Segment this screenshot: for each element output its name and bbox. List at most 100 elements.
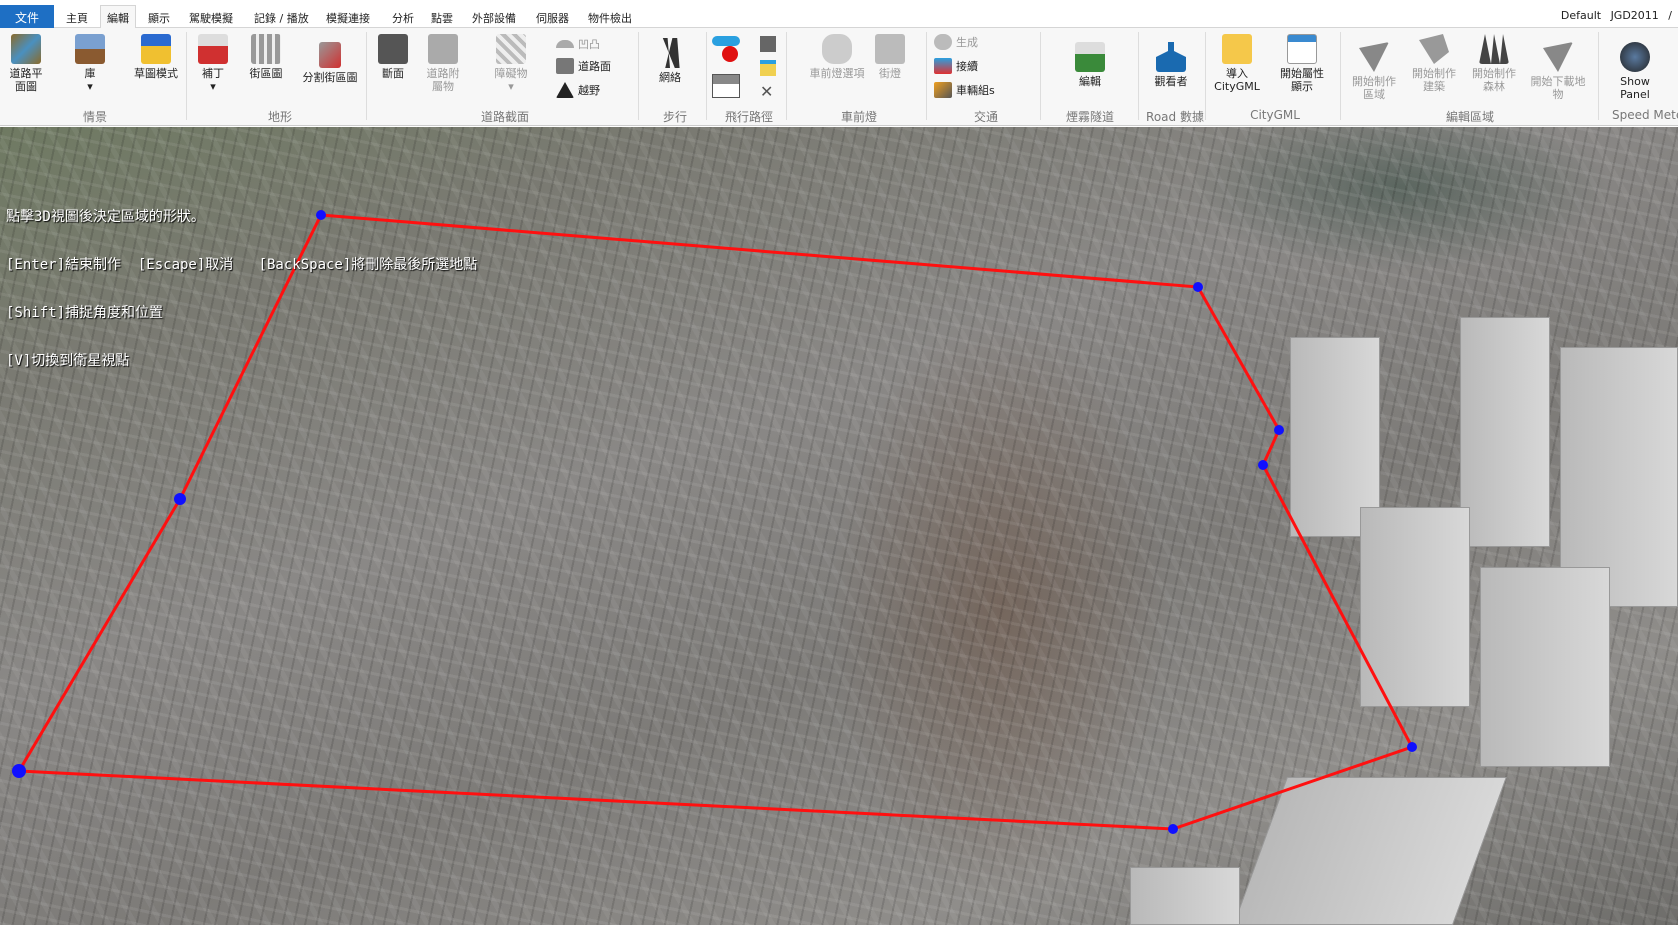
group-label-flight-path: 飛行路徑	[724, 110, 773, 124]
patch-button[interactable]: 補丁 ▾	[196, 34, 230, 93]
tab-edit[interactable]: 編輯	[100, 5, 136, 29]
road-attachment-button[interactable]: 道路附 屬物	[422, 34, 464, 93]
streetlight-button[interactable]: 街燈	[872, 34, 908, 80]
barrier-icon	[496, 34, 526, 64]
record-icon[interactable]	[722, 46, 738, 62]
group-label-fog-tunnel: 煙霧隧道	[1065, 110, 1114, 124]
tab-server[interactable]: 伺服器	[530, 6, 575, 28]
cars-generate-icon	[934, 34, 952, 50]
scissors-icon	[319, 42, 341, 68]
make-building-button[interactable]: 開始制作 建築	[1408, 34, 1460, 93]
attribute-display-button[interactable]: 開始屬性 顯示	[1274, 34, 1330, 93]
tab-external-devices[interactable]: 外部設備	[466, 6, 522, 28]
mountain-icon	[556, 82, 574, 98]
sign-icon	[428, 34, 458, 64]
viewer-button[interactable]: 觀看者	[1148, 42, 1194, 88]
vertex-handle[interactable]	[1168, 824, 1178, 834]
sketch-mode-button[interactable]: 草圖模式	[130, 34, 182, 80]
tab-record-play[interactable]: 記錄 / 播放	[248, 6, 315, 28]
connect-button[interactable]: 接續	[934, 58, 978, 74]
map-icon	[11, 34, 41, 64]
make-forest-button[interactable]: 開始制作 森林	[1468, 34, 1520, 93]
road-plan-button[interactable]: 道路平 面圖	[4, 34, 48, 93]
tab-driving-sim[interactable]: 駕駛模擬	[183, 6, 239, 28]
group-label-speed-meter: Speed Mete	[1612, 108, 1678, 122]
group-label-citygml: CityGML	[1250, 108, 1300, 122]
block-map-button[interactable]: 街區圖	[245, 34, 287, 80]
road-surface-icon	[556, 58, 574, 74]
plane-icon[interactable]	[712, 36, 740, 46]
group-label-road-data: Road 數據	[1146, 110, 1204, 124]
fog-tunnel-edit-button[interactable]: 編輯	[1070, 42, 1110, 88]
area-icon	[1359, 42, 1389, 72]
group-label-terrain: 地形	[267, 110, 292, 124]
instruction-line: [Shift]捕捉角度和位置	[6, 305, 164, 321]
make-area-button[interactable]: 開始制作 區域	[1348, 42, 1400, 101]
ruler-pencil-icon	[141, 34, 171, 64]
instruction-line: [V]切換到衛星視點	[6, 353, 130, 369]
road-surface-button[interactable]: 道路面	[556, 58, 611, 74]
group-label-traffic: 交通	[973, 110, 998, 124]
tab-view[interactable]: 顯示	[142, 6, 176, 28]
tunnel-icon	[1075, 42, 1105, 72]
vertex-handle[interactable]	[12, 764, 26, 778]
plane-delete-icon[interactable]: ✕	[760, 82, 776, 101]
instruction-line: 點擊3D視圖後決定區域的形狀。	[6, 209, 205, 225]
library-button[interactable]: 庫 ▾	[70, 34, 110, 93]
group-label-walk: 步行	[662, 110, 687, 124]
instruction-line: [Enter]結束制作 [Escape]取消 [BackSpace]將刪除最後所…	[6, 257, 478, 273]
download-area-icon	[1543, 42, 1573, 72]
forest-icon	[1479, 34, 1509, 64]
instruction-overlay: 點擊3D視圖後決定區域的形狀。 [Enter]結束制作 [Escape]取消 […	[6, 177, 477, 401]
plane-folder-icon[interactable]	[760, 60, 776, 76]
bump-button[interactable]: 凹凸	[556, 36, 600, 52]
car-icon	[822, 34, 852, 64]
obstacle-button[interactable]: 障礙物 ▾	[488, 34, 534, 93]
import-citygml-button[interactable]: 導入 CityGML	[1212, 34, 1262, 93]
building-icon	[1419, 34, 1449, 64]
connect-icon	[934, 58, 952, 74]
patch-icon	[198, 34, 228, 64]
folder-icon	[1222, 34, 1252, 64]
group-label-scene: 情景	[82, 110, 107, 124]
split-block-button[interactable]: 分割街區圖	[300, 42, 360, 84]
tab-home[interactable]: 主頁	[60, 6, 94, 28]
vertex-handle[interactable]	[1193, 282, 1203, 292]
tab-pointcloud[interactable]: 點雲	[425, 6, 459, 28]
tab-analysis[interactable]: 分析	[386, 6, 420, 28]
pedestrians-icon	[662, 38, 680, 68]
tab-file[interactable]: 文件	[0, 5, 54, 28]
download-features-button[interactable]: 開始下載地 物	[1528, 42, 1588, 101]
grid-icon	[251, 34, 281, 64]
3d-viewport[interactable]: 點擊3D視圖後決定區域的形狀。 [Enter]結束制作 [Escape]取消 […	[0, 127, 1678, 925]
tab-object-detect[interactable]: 物件檢出	[582, 6, 638, 28]
group-label-road-section: 道路截面	[480, 110, 529, 124]
show-panel-button[interactable]: Show Panel	[1604, 42, 1666, 101]
building-add-icon	[75, 34, 105, 64]
offroad-button[interactable]: 越野	[556, 82, 600, 98]
tab-sim-connect[interactable]: 模擬連接	[320, 6, 376, 28]
road-icon	[378, 34, 408, 64]
vehicle-group-button[interactable]: 車輛組s	[934, 82, 995, 98]
vertex-handle[interactable]	[1274, 425, 1284, 435]
ribbon: 道路平 面圖 庫 ▾ 草圖模式 補丁 ▾ 街區圖 分割街區圖 斷面 道路附 屬物 障…	[0, 28, 1678, 126]
hierarchy-icon	[1156, 42, 1186, 72]
coordinate-system-label: Default JGD2011 /	[1560, 9, 1672, 22]
table-icon	[1287, 34, 1317, 64]
vertex-handle[interactable]	[174, 493, 186, 505]
network-button[interactable]: 網絡	[652, 38, 688, 84]
section-button[interactable]: 斷面	[376, 34, 410, 80]
vertex-handle[interactable]	[1407, 742, 1417, 752]
plane-edit-icon[interactable]	[712, 74, 740, 98]
ribbon-tab-bar: 文件 主頁 編輯 顯示 駕駛模擬 記錄 / 播放 模擬連接 分析 點雲 外部設備…	[0, 0, 1678, 29]
plane-device-icon[interactable]	[760, 36, 776, 52]
group-label-edit-area: 編輯區域	[1445, 110, 1494, 124]
bump-icon	[556, 40, 574, 48]
group-label-headlight: 車前燈	[840, 110, 877, 124]
streetlight-icon	[875, 34, 905, 64]
headlight-options-button[interactable]: 車前燈選項	[792, 34, 882, 80]
vertex-handle[interactable]	[1258, 460, 1268, 470]
speedometer-icon	[1620, 42, 1650, 72]
vehicle-group-icon	[934, 82, 952, 98]
generate-button[interactable]: 生成	[934, 34, 978, 50]
